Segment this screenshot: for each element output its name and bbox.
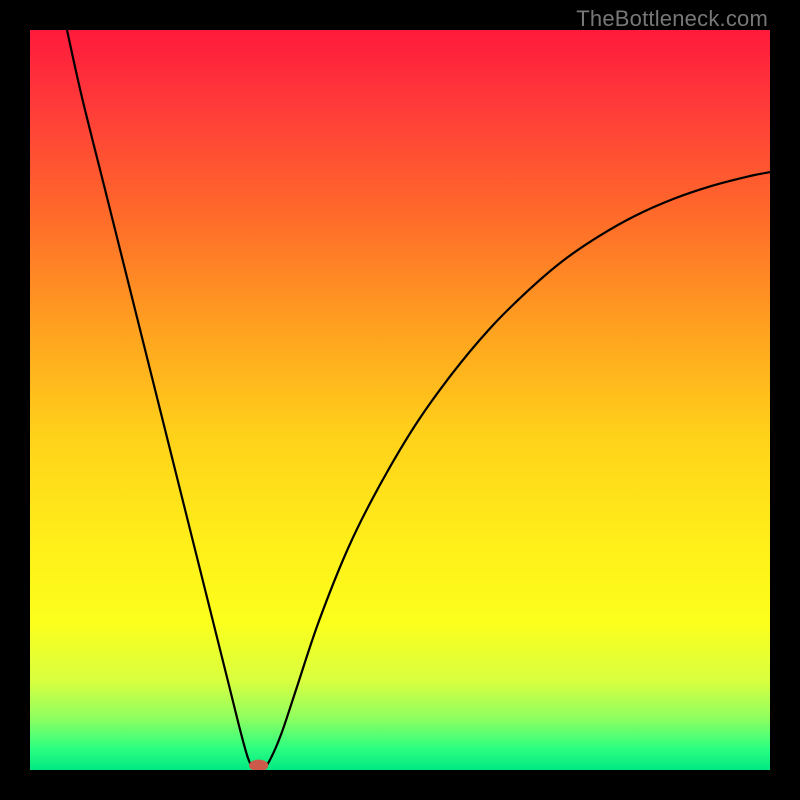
watermark-text: TheBottleneck.com [576,6,768,32]
chart-frame [0,0,800,800]
